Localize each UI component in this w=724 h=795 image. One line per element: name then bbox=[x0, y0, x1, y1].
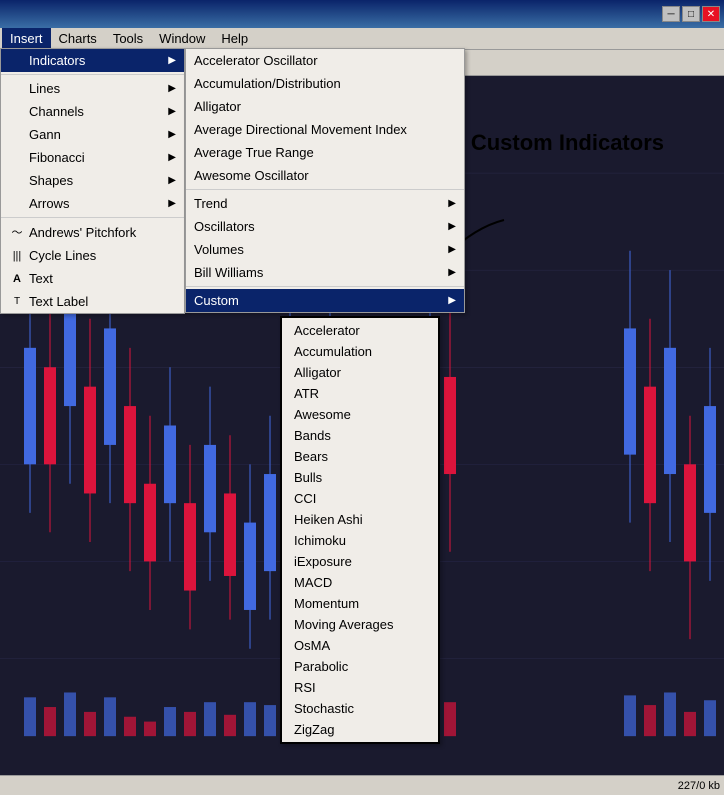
title-bar: ─ □ ✕ bbox=[0, 0, 724, 28]
ind-accum-dist[interactable]: Accumulation/Distribution bbox=[186, 72, 464, 95]
menu-tools[interactable]: Tools bbox=[105, 28, 151, 49]
menu-item-text[interactable]: A Text bbox=[1, 267, 184, 290]
menu-item-pitchfork[interactable]: 〜 Andrews' Pitchfork bbox=[1, 220, 184, 244]
custom-iexposure[interactable]: iExposure bbox=[282, 551, 438, 572]
custom-ma[interactable]: Moving Averages bbox=[282, 614, 438, 635]
trend-arrow: ▶ bbox=[428, 198, 456, 209]
ind-accel-osc[interactable]: Accelerator Oscillator bbox=[186, 49, 464, 72]
custom-rsi[interactable]: RSI bbox=[282, 677, 438, 698]
indicators-arrow: ▶ bbox=[148, 55, 176, 66]
ind-alligator[interactable]: Alligator bbox=[186, 95, 464, 118]
custom-bands[interactable]: Bands bbox=[282, 425, 438, 446]
close-button[interactable]: ✕ bbox=[702, 6, 720, 22]
custom-accumulation[interactable]: Accumulation bbox=[282, 341, 438, 362]
custom-alligator[interactable]: Alligator bbox=[282, 362, 438, 383]
ind-sep-1 bbox=[186, 189, 464, 190]
menu-item-channels[interactable]: Channels ▶ bbox=[1, 100, 184, 123]
lines-arrow: ▶ bbox=[148, 83, 176, 94]
custom-macd[interactable]: MACD bbox=[282, 572, 438, 593]
ind-admi[interactable]: Average Directional Movement Index bbox=[186, 118, 464, 141]
menu-item-indicators[interactable]: Indicators ▶ bbox=[1, 49, 184, 72]
bill-arrow: ▶ bbox=[428, 267, 456, 278]
custom-momentum[interactable]: Momentum bbox=[282, 593, 438, 614]
menu-item-cycle[interactable]: ||| Cycle Lines bbox=[1, 244, 184, 267]
vol-arrow: ▶ bbox=[428, 244, 456, 255]
ind-awesome[interactable]: Awesome Oscillator bbox=[186, 164, 464, 187]
osc-arrow: ▶ bbox=[428, 221, 456, 232]
status-bar: 227/0 kb bbox=[0, 775, 724, 795]
shapes-arrow: ▶ bbox=[148, 175, 176, 186]
text-icon: A bbox=[9, 273, 25, 285]
arrows-arrow: ▶ bbox=[148, 198, 176, 209]
custom-zigzag[interactable]: ZigZag bbox=[282, 719, 438, 740]
custom-atr[interactable]: ATR bbox=[282, 383, 438, 404]
menu-charts[interactable]: Charts bbox=[51, 28, 105, 49]
gann-arrow: ▶ bbox=[148, 129, 176, 140]
custom-parabolic[interactable]: Parabolic bbox=[282, 656, 438, 677]
custom-accelerator[interactable]: Accelerator bbox=[282, 320, 438, 341]
menu-item-fibonacci[interactable]: Fibonacci ▶ bbox=[1, 146, 184, 169]
ind-atr[interactable]: Average True Range bbox=[186, 141, 464, 164]
custom-bulls[interactable]: Bulls bbox=[282, 467, 438, 488]
channels-arrow: ▶ bbox=[148, 106, 176, 117]
menu-window[interactable]: Window bbox=[151, 28, 213, 49]
custom-stochastic[interactable]: Stochastic bbox=[282, 698, 438, 719]
custom-heiken[interactable]: Heiken Ashi bbox=[282, 509, 438, 530]
ind-sep-2 bbox=[186, 286, 464, 287]
sep-1 bbox=[1, 74, 184, 75]
status-text: 227/0 kb bbox=[678, 780, 720, 792]
fibonacci-arrow: ▶ bbox=[148, 152, 176, 163]
ind-oscillators[interactable]: Oscillators ▶ bbox=[186, 215, 464, 238]
menu-item-gann[interactable]: Gann ▶ bbox=[1, 123, 184, 146]
ind-custom[interactable]: Custom ▶ bbox=[186, 289, 464, 312]
menu-item-textlabel[interactable]: T Text Label bbox=[1, 290, 184, 313]
custom-cci[interactable]: CCI bbox=[282, 488, 438, 509]
ind-volumes[interactable]: Volumes ▶ bbox=[186, 238, 464, 261]
custom-awesome[interactable]: Awesome bbox=[282, 404, 438, 425]
insert-menu-dropdown: Indicators ▶ Lines ▶ Channels ▶ Gann ▶ F… bbox=[0, 48, 185, 314]
custom-osma[interactable]: OsMA bbox=[282, 635, 438, 656]
menu-insert[interactable]: Insert bbox=[2, 28, 51, 49]
custom-arrow: ▶ bbox=[428, 295, 456, 306]
indicators-submenu: Accelerator Oscillator Accumulation/Dist… bbox=[185, 48, 465, 313]
custom-submenu: Accelerator Accumulation Alligator ATR A… bbox=[280, 316, 440, 744]
custom-bears[interactable]: Bears bbox=[282, 446, 438, 467]
ind-trend[interactable]: Trend ▶ bbox=[186, 192, 464, 215]
menu-help[interactable]: Help bbox=[213, 28, 256, 49]
menu-item-lines[interactable]: Lines ▶ bbox=[1, 77, 184, 100]
menu-item-shapes[interactable]: Shapes ▶ bbox=[1, 169, 184, 192]
custom-ichimoku[interactable]: Ichimoku bbox=[282, 530, 438, 551]
minimize-button[interactable]: ─ bbox=[662, 6, 680, 22]
ind-bill[interactable]: Bill Williams ▶ bbox=[186, 261, 464, 284]
sep-2 bbox=[1, 217, 184, 218]
menu-item-arrows[interactable]: Arrows ▶ bbox=[1, 192, 184, 215]
menu-bar: Insert Charts Tools Window Help bbox=[0, 28, 724, 50]
textlabel-icon: T bbox=[9, 296, 25, 307]
maximize-button[interactable]: □ bbox=[682, 6, 700, 22]
cycle-icon: ||| bbox=[9, 250, 25, 262]
pitchfork-icon: 〜 bbox=[9, 224, 25, 240]
